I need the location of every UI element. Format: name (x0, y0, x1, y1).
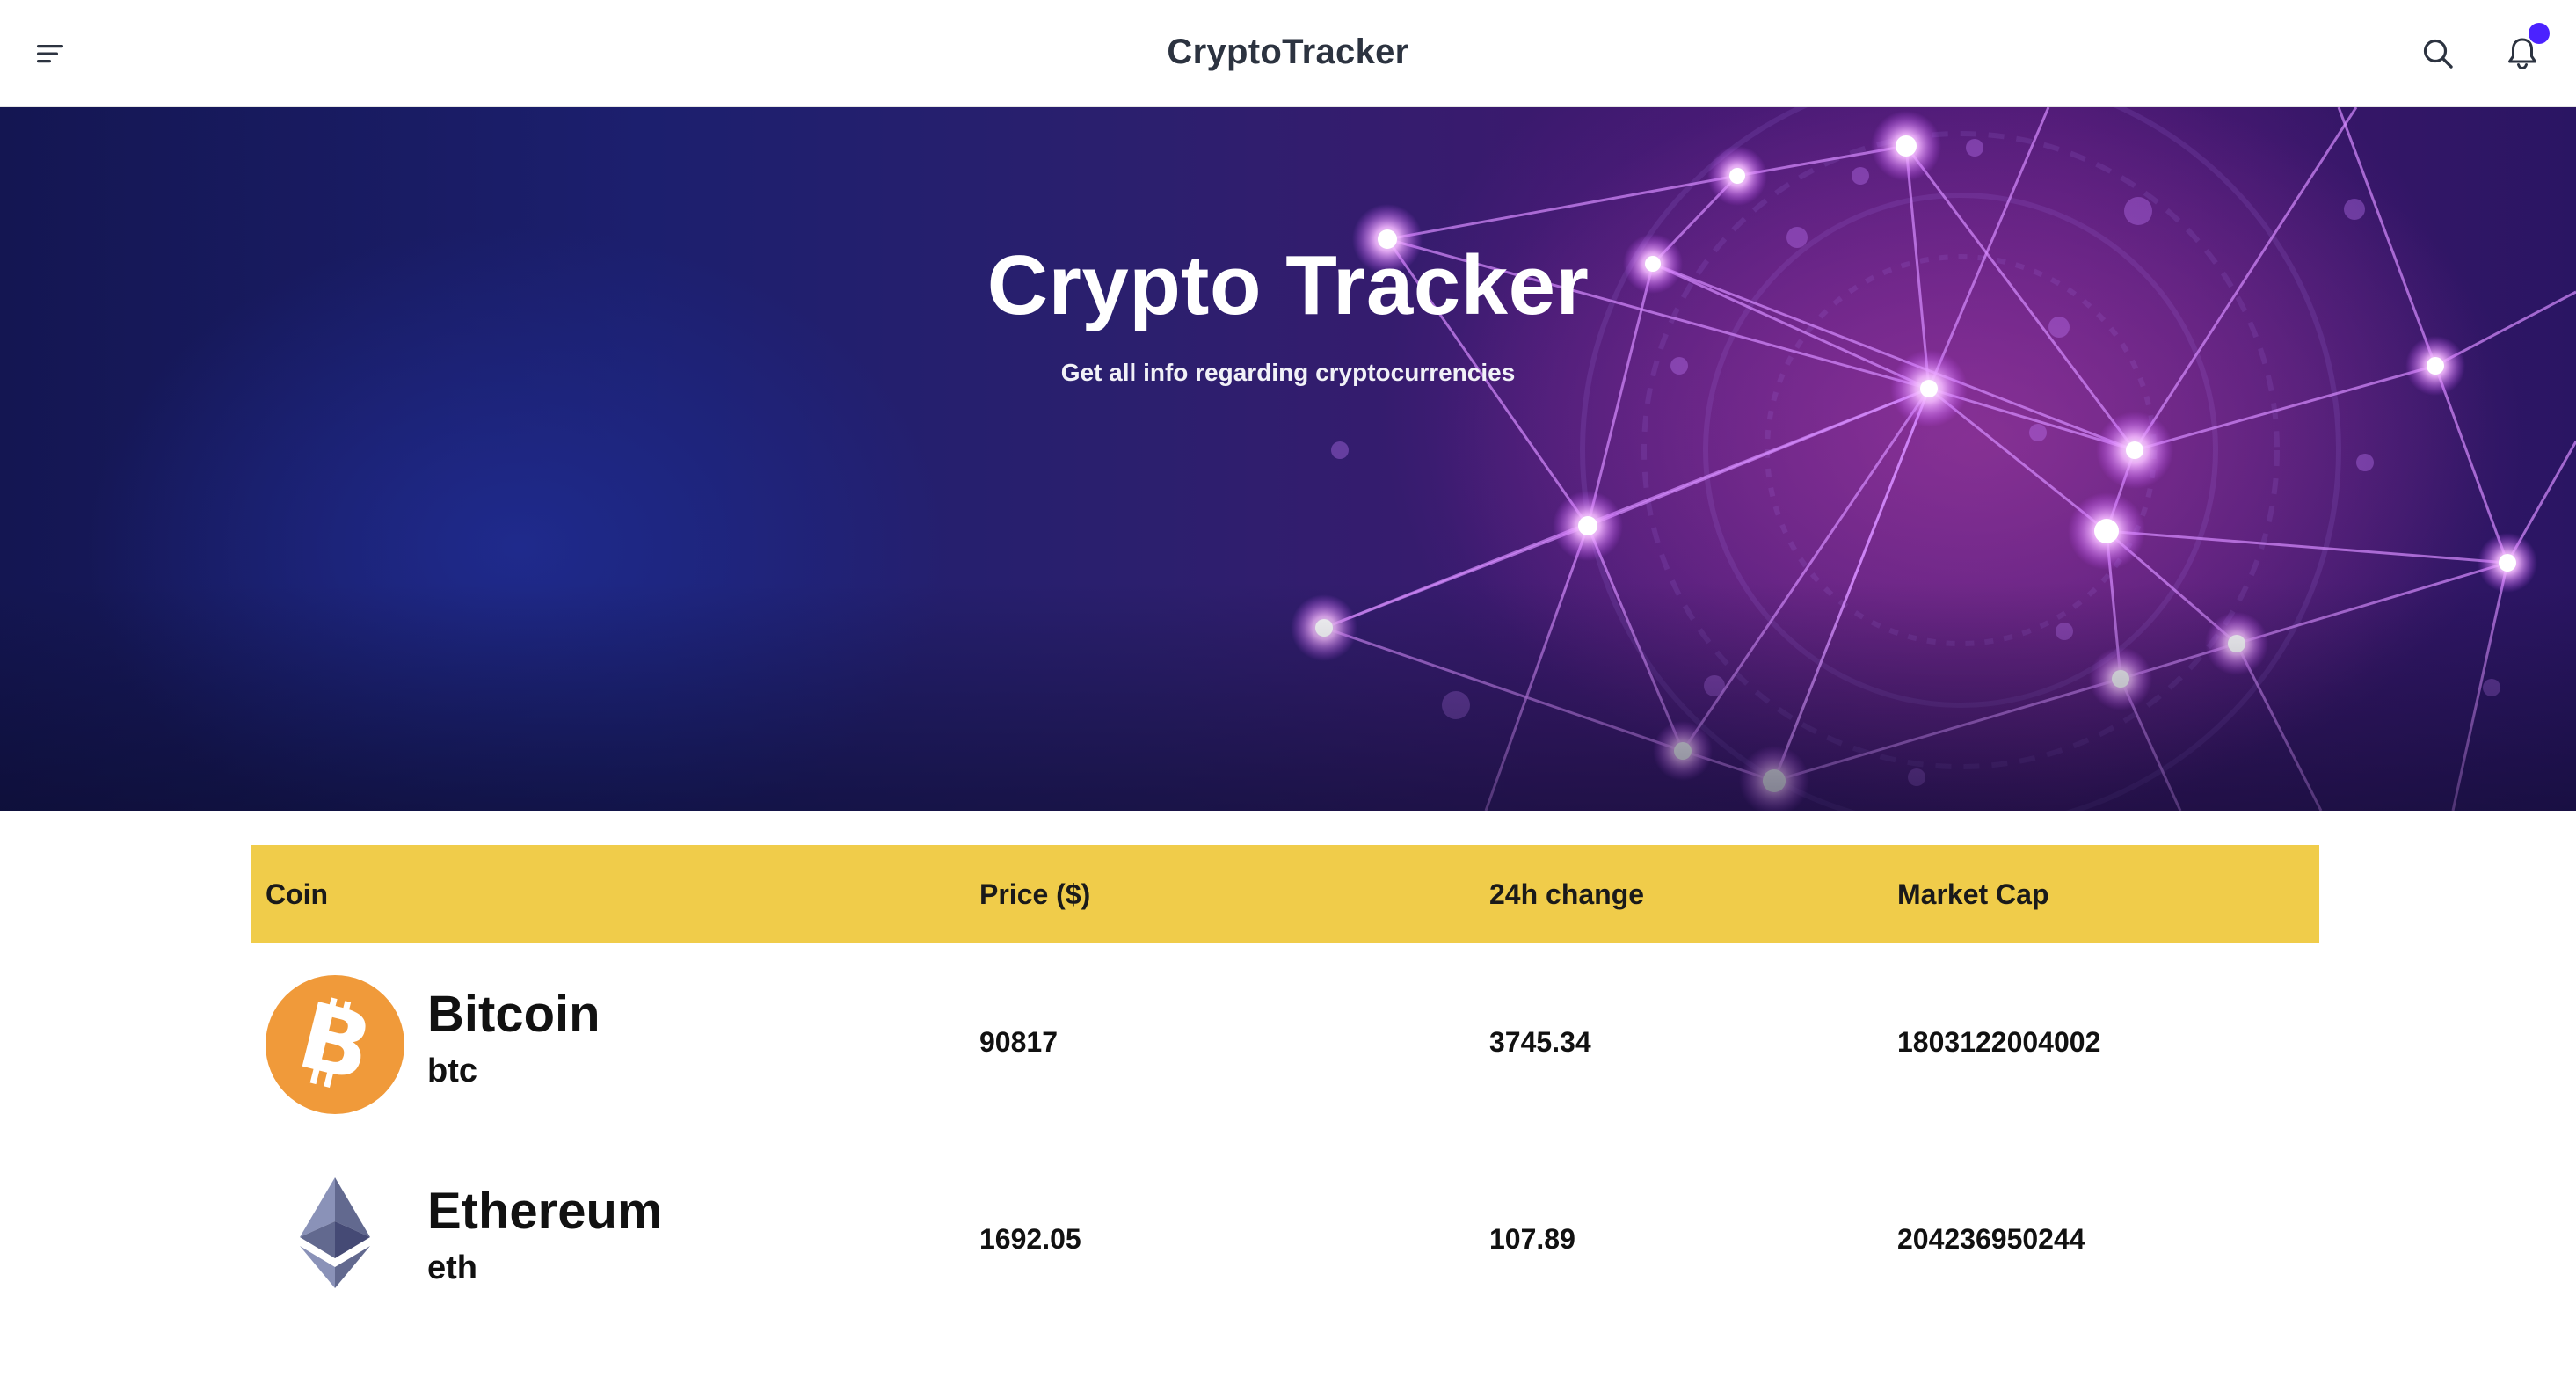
ethereum-icon (300, 1177, 370, 1288)
menu-icon (37, 45, 63, 63)
coin-name: Bitcoin (427, 986, 600, 1043)
hero-subtitle: Get all info regarding cryptocurrencies (1060, 359, 1516, 386)
coin-symbol: btc (427, 1053, 477, 1089)
column-header-price[interactable]: Price ($) (979, 845, 1090, 943)
column-header-coin[interactable]: Coin (266, 845, 328, 943)
hero-title: Crypto Tracker (986, 238, 1590, 332)
table-row-ethereum[interactable]: Ethereum eth 1692.05 107.89 204236950244 (251, 1140, 2319, 1337)
coin-name: Ethereum (427, 1183, 663, 1240)
notification-badge (2529, 23, 2550, 44)
search-button[interactable] (2409, 25, 2467, 83)
search-icon (2423, 39, 2453, 69)
coin-market-cap: 204236950244 (1897, 1222, 2085, 1255)
hero-banner: Crypto Tracker Get all info regarding cr… (0, 107, 2576, 811)
table-row-bitcoin[interactable]: B Bitcoin btc 90817 3745.34 180312200400… (251, 943, 2319, 1140)
app-brand: CryptoTracker (1167, 33, 1409, 71)
coin-24h-change: 107.89 (1489, 1222, 1575, 1255)
network-background-graphic (1291, 107, 2576, 811)
coin-market-cap: 1803122004002 (1897, 1025, 2101, 1058)
app-bar: CryptoTracker (0, 0, 2576, 107)
coin-price: 90817 (979, 1025, 1058, 1058)
coin-24h-change: 3745.34 (1489, 1025, 1591, 1058)
bitcoin-icon: B (266, 975, 404, 1114)
column-header-24h-change[interactable]: 24h change (1489, 845, 1644, 943)
coin-symbol: eth (427, 1249, 477, 1286)
column-header-market-cap[interactable]: Market Cap (1897, 845, 2049, 943)
coin-price: 1692.05 (979, 1222, 1081, 1255)
table-header: Coin Price ($) 24h change Market Cap (251, 845, 2319, 943)
menu-button[interactable] (23, 26, 77, 81)
coins-table: Coin Price ($) 24h change Market Cap B B… (251, 845, 2319, 1337)
